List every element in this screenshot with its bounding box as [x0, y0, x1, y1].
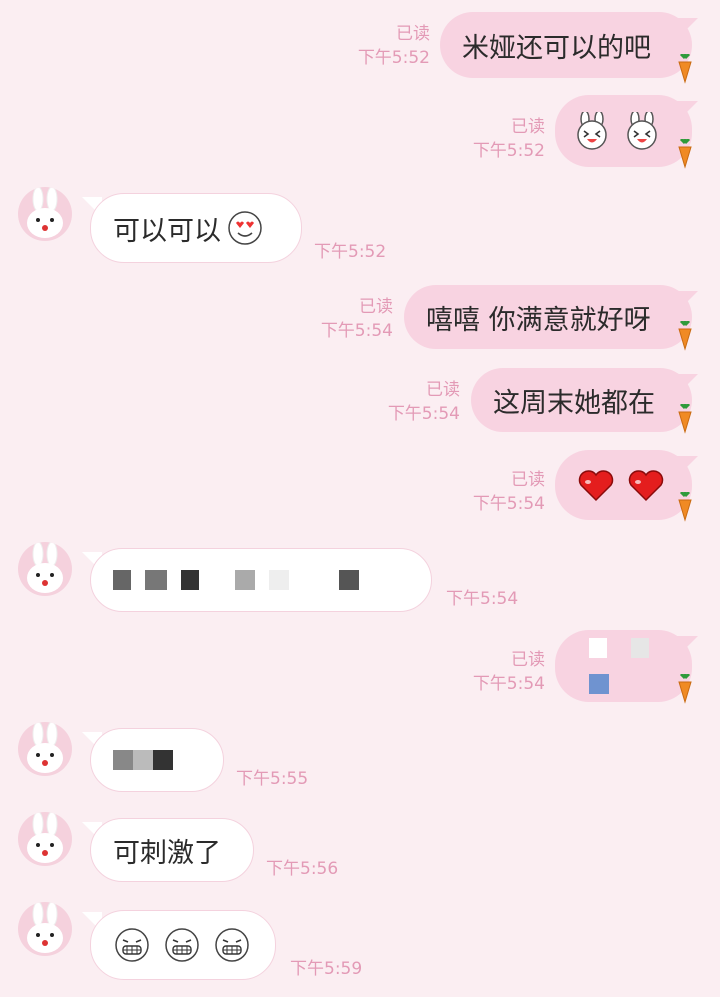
- timestamp: 下午5:52: [314, 242, 387, 262]
- read-receipt: 已读: [426, 380, 460, 400]
- message-text: 可以可以: [113, 215, 221, 247]
- grimace-emoji-icon: [115, 928, 149, 962]
- timestamp: 下午5:54: [387, 404, 460, 424]
- avatar[interactable]: [18, 542, 72, 596]
- message-bubble[interactable]: 可刺激了: [90, 818, 254, 882]
- laughing-bunny-sticker: [627, 112, 657, 150]
- sticker-bubble[interactable]: [90, 910, 276, 980]
- carrot-icon: [678, 54, 692, 84]
- message-bubble[interactable]: 这周末她都在: [471, 368, 692, 432]
- message-text: 米娅还可以的吧: [462, 32, 651, 64]
- message-meta: 已读 下午5:52: [473, 115, 545, 163]
- avatar[interactable]: [18, 187, 72, 241]
- grimace-emoji-icon: [165, 928, 199, 962]
- message-text: 这周末她都在: [493, 387, 655, 419]
- heart-eyes-emoji-icon: [228, 211, 262, 245]
- message-bubble[interactable]: 嘻嘻 你满意就好呀: [404, 285, 692, 349]
- avatar[interactable]: [18, 902, 72, 956]
- timestamp: 下午5:52: [357, 48, 430, 68]
- message-meta: 已读 下午5:54: [388, 378, 460, 426]
- timestamp: 下午5:55: [236, 769, 309, 789]
- timestamp: 下午5:54: [446, 589, 519, 609]
- carrot-icon: [678, 139, 692, 169]
- redacted-message-bubble[interactable]: [90, 548, 432, 612]
- read-receipt: 已读: [511, 117, 545, 137]
- carrot-icon: [678, 404, 692, 434]
- timestamp: 下午5:54: [320, 321, 393, 341]
- avatar[interactable]: [18, 722, 72, 776]
- laughing-bunny-sticker: [577, 112, 607, 150]
- timestamp: 下午5:59: [290, 959, 363, 979]
- bunny-avatar-icon: [27, 902, 63, 953]
- red-heart-icon: [628, 470, 664, 502]
- timestamp: 下午5:56: [266, 859, 339, 879]
- message-meta: 已读 下午5:52: [358, 22, 430, 70]
- message-bubble[interactable]: 可以可以: [90, 193, 302, 263]
- carrot-icon: [678, 492, 692, 522]
- avatar[interactable]: [18, 812, 72, 866]
- grimace-emoji-icon: [215, 928, 249, 962]
- message-meta: 已读 下午5:54: [473, 648, 545, 696]
- bunny-avatar-icon: [27, 812, 63, 863]
- timestamp: 下午5:54: [472, 674, 545, 694]
- bunny-avatar-icon: [27, 542, 63, 593]
- message-meta: 已读 下午5:54: [321, 295, 393, 343]
- read-receipt: 已读: [511, 650, 545, 670]
- message-text: 可刺激了: [113, 837, 221, 869]
- carrot-icon: [678, 321, 692, 351]
- carrot-icon: [678, 674, 692, 704]
- redacted-message-bubble[interactable]: [90, 728, 224, 792]
- message-text: 嘻嘻 你满意就好呀: [426, 304, 651, 336]
- message-bubble[interactable]: 米娅还可以的吧: [440, 12, 692, 78]
- bunny-avatar-icon: [27, 187, 63, 238]
- red-heart-icon: [578, 470, 614, 502]
- read-receipt: 已读: [511, 470, 545, 490]
- message-meta: 已读 下午5:54: [473, 468, 545, 516]
- timestamp: 下午5:54: [472, 494, 545, 514]
- timestamp: 下午5:52: [472, 141, 545, 161]
- read-receipt: 已读: [359, 297, 393, 317]
- bunny-avatar-icon: [27, 722, 63, 773]
- read-receipt: 已读: [396, 24, 430, 44]
